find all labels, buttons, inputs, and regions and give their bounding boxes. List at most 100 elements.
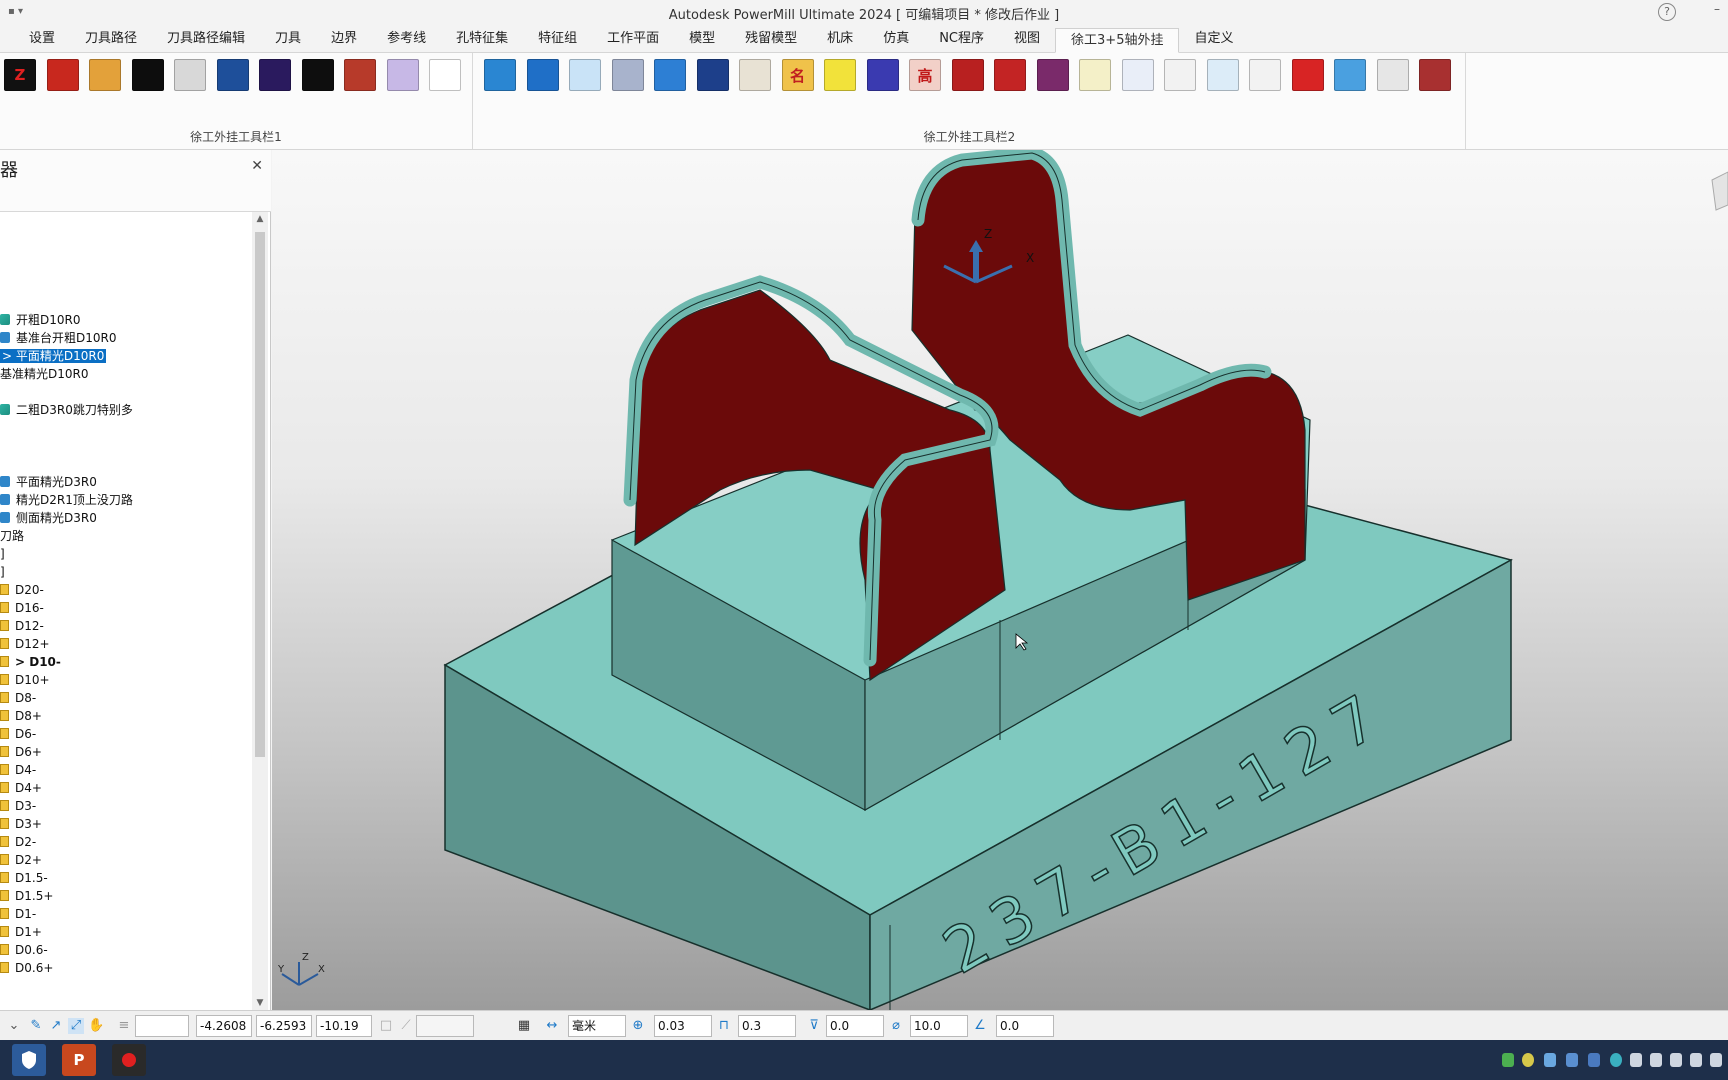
tree-item[interactable]: 平面精光D3R0 [0,474,97,491]
angle-field[interactable]: 0.0 [996,1015,1054,1037]
ribbon-tool-icon[interactable] [951,59,984,91]
ribbon-tool-icon[interactable] [1079,59,1111,91]
scroll-thumb[interactable] [255,232,265,757]
tree-item[interactable]: > 平面精光D10R0 [0,348,107,365]
tray-shield-icon[interactable] [1566,1053,1578,1067]
tray-sound-icon[interactable] [1710,1053,1722,1067]
tab-16[interactable]: 自定义 [1179,27,1248,52]
angle-icon[interactable]: ∠ [972,1018,988,1034]
tree-item[interactable]: 二粗D3R0跳刀特别多 [0,402,133,419]
tree-item[interactable]: D8+ [0,708,42,725]
quick-access-toolbar[interactable]: ▪ ▾ [8,6,23,17]
ribbon-tool-icon[interactable]: 高 [909,59,941,91]
ribbon-tool-icon[interactable] [739,59,771,91]
ribbon-tool-icon[interactable] [696,59,729,91]
recorder-app-icon[interactable] [112,1044,146,1076]
tray-security-icon[interactable] [1588,1053,1600,1067]
scroll-up-icon[interactable]: ▲ [252,214,268,224]
select-mode-icon[interactable]: ⤢ [68,1018,84,1034]
ribbon-tool-icon[interactable] [1164,59,1196,91]
ribbon-tool-icon[interactable] [1121,59,1154,91]
coord-x-field[interactable]: -4.2608 [196,1015,252,1037]
ribbon-tool-icon[interactable] [569,59,601,91]
ribbon-tool-icon[interactable] [484,59,516,91]
ribbon-tool-icon[interactable] [1291,59,1324,91]
tree-item[interactable]: 基准精光D10R0 [0,366,88,383]
tab-5[interactable]: 参考线 [372,27,441,52]
snap-icon[interactable]: ✎ [28,1018,44,1034]
powerpoint-app-icon[interactable]: P [62,1044,96,1076]
ribbon-tool-icon[interactable] [611,59,644,91]
tab-1[interactable]: 刀具路径 [70,27,152,52]
graphics-viewport[interactable]: 237-B1-127 Z X Z X Y [272,150,1728,1010]
ribbon-tool-icon[interactable] [526,59,559,91]
ribbon-tool-icon[interactable] [866,59,899,91]
ribbon-tool-icon[interactable]: Z [4,59,36,91]
ribbon-tool-icon[interactable] [1376,59,1409,91]
tab-8[interactable]: 工作平面 [592,27,674,52]
chevron-down-icon[interactable]: ⌄ [6,1018,22,1034]
coord-y-field[interactable]: -6.2593 [256,1015,312,1037]
status-empty-field[interactable] [135,1015,189,1037]
tree-item[interactable]: ] [0,546,5,563]
tree-item[interactable]: D2+ [0,852,42,869]
tree-item[interactable]: D1- [0,906,36,923]
tray-mic-icon[interactable] [1630,1053,1642,1067]
ribbon-tool-icon[interactable] [654,59,686,91]
ribbon-tool-icon[interactable] [46,59,79,91]
list-icon[interactable]: ≡ [116,1018,132,1034]
ribbon-tool-icon[interactable] [131,59,164,91]
thickness-field[interactable]: 0.0 [826,1015,884,1037]
tree-item[interactable]: ] [0,564,5,581]
tray-monitor-icon[interactable] [1670,1053,1682,1067]
tray-battery-icon[interactable] [1650,1053,1662,1067]
crosshair-icon[interactable]: ⊕ [630,1018,646,1034]
tab-6[interactable]: 孔特征集 [441,27,523,52]
units-field[interactable]: 毫米 [568,1015,626,1037]
tolerance-field[interactable]: 0.03 [654,1015,712,1037]
ribbon-tool-icon[interactable] [1036,59,1069,91]
tree-item[interactable]: 刀路 [0,528,24,545]
close-icon[interactable]: ✕ [251,158,263,174]
ribbon-tool-icon[interactable] [174,59,206,91]
tab-7[interactable]: 特征组 [523,27,592,52]
tree-item[interactable]: 基准台开粗D10R0 [0,330,116,347]
tray-network-app-icon[interactable] [1610,1053,1622,1067]
ribbon-tool-icon[interactable] [344,59,376,91]
tree-item[interactable]: D12+ [0,636,50,653]
tab-14[interactable]: 视图 [999,27,1055,52]
tab-11[interactable]: 机床 [812,27,868,52]
ribbon-tool-icon[interactable] [259,59,291,91]
tree-item[interactable]: > D10- [0,654,61,671]
minimize-button[interactable]: – [1714,2,1720,16]
tree-item[interactable]: D16- [0,600,44,617]
stepover-icon[interactable]: ⊓ [716,1018,732,1034]
tree-item[interactable]: D1+ [0,924,42,941]
ribbon-tool-icon[interactable] [1334,59,1366,91]
tray-app-icon[interactable] [1522,1053,1534,1067]
tab-9[interactable]: 模型 [674,27,730,52]
tree-item[interactable]: D0.6- [0,942,48,959]
hand-icon[interactable]: ✋ [88,1018,104,1034]
tree-item[interactable]: D8- [0,690,36,707]
tab-13[interactable]: NC程序 [924,27,999,52]
diameter-field[interactable]: 10.0 [910,1015,968,1037]
tree-item[interactable]: 侧面精光D3R0 [0,510,97,527]
tray-volume-icon[interactable] [1690,1053,1702,1067]
ribbon-tool-icon[interactable]: 名 [781,59,814,91]
grid-icon[interactable]: ▦ [516,1018,532,1034]
diameter-icon[interactable]: ⌀ [888,1018,904,1034]
tree-item[interactable]: D3+ [0,816,42,833]
draw-icon[interactable]: ⟋ [398,1018,414,1034]
shield-app-icon[interactable] [12,1044,46,1076]
stepover-field[interactable]: 0.3 [738,1015,796,1037]
tab-15[interactable]: 徐工3+5轴外挂 [1055,28,1180,53]
tree-item[interactable]: 开粗D10R0 [0,312,80,329]
tree-item[interactable]: D12- [0,618,44,635]
tree-item[interactable]: 精光D2R1顶上没刀路 [0,492,133,509]
ribbon-tool-icon[interactable] [89,59,121,91]
ribbon-tool-icon[interactable] [216,59,249,91]
tree-item[interactable]: D1.5+ [0,888,53,905]
ribbon-tool-icon[interactable] [1419,59,1451,91]
ribbon-tool-icon[interactable] [301,59,334,91]
